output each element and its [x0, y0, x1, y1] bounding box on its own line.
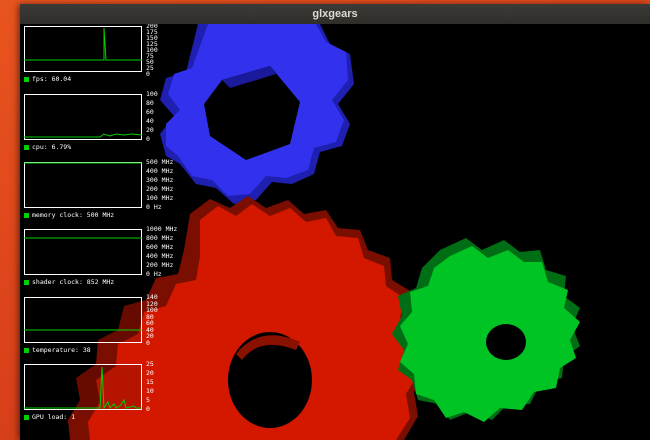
graph-line	[24, 27, 142, 61]
tick-label: 60	[146, 108, 154, 116]
tick-label: 100	[146, 90, 158, 98]
caption-text: GPU load: 1	[32, 413, 76, 421]
tick-label: 200 MHz	[146, 261, 174, 269]
legend-swatch	[24, 347, 29, 353]
caption-text: fps: 60.04	[32, 75, 72, 83]
tick-label: 800 MHz	[146, 234, 174, 242]
window-titlebar[interactable]: glxgears	[20, 4, 650, 24]
hud-graph-fps: 200 175 150 125 100 75 50 25 0 fps: 60.0…	[24, 24, 194, 83]
tick-label: 500 MHz	[146, 158, 174, 166]
graph-caption: shader clock: 852 MHz	[24, 278, 114, 286]
legend-swatch	[24, 144, 29, 150]
graph-line	[24, 133, 142, 138]
hud-graph-shader-clock: 1000 MHz 800 MHz 600 MHz 400 MHz 200 MHz…	[24, 225, 194, 286]
tick-label: 5	[146, 396, 150, 404]
tick-label: 100 MHz	[146, 194, 174, 202]
tick-label: 400 MHz	[146, 167, 174, 175]
hud-graph-gpu-load: 25 20 15 10 5 0 GPU load: 1	[24, 360, 194, 421]
glxgears-window[interactable]: glxgears 200 175 150 125 100 75 50 25 0 …	[20, 4, 650, 440]
tick-label: 15	[146, 378, 154, 386]
legend-swatch	[24, 76, 29, 82]
graph-line	[24, 366, 142, 410]
caption-text: cpu: 6.79%	[32, 143, 72, 151]
tick-label: 20	[146, 369, 154, 377]
tick-label: 0	[146, 135, 150, 143]
tick-label: 10	[146, 387, 154, 395]
graph-line	[24, 329, 142, 331]
legend-swatch	[24, 414, 29, 420]
tick-label: 1000 MHz	[146, 225, 178, 233]
graph-caption: fps: 60.04	[24, 75, 71, 83]
graph-line	[24, 162, 142, 164]
tick-label: 0	[146, 405, 150, 413]
tick-label: 200 MHz	[146, 185, 174, 193]
tick-label: 600 MHz	[146, 243, 174, 251]
legend-swatch	[24, 279, 29, 285]
graph-caption: temperature: 38	[24, 346, 91, 354]
tick-label: 0	[146, 338, 150, 347]
tick-label: 0	[146, 70, 150, 78]
tick-label: 80	[146, 99, 154, 107]
tick-label: 0 Hz	[146, 203, 162, 211]
hud-graph-memory-clock: 500 MHz 400 MHz 300 MHz 200 MHz 100 MHz …	[24, 158, 194, 219]
graph-line	[24, 237, 142, 239]
caption-text: temperature: 38	[32, 346, 91, 354]
tick-label: 400 MHz	[146, 252, 174, 260]
gl-canvas[interactable]: 200 175 150 125 100 75 50 25 0 fps: 60.0…	[20, 24, 650, 440]
caption-text: memory clock: 500 MHz	[32, 211, 115, 219]
hud-graph-cpu: 100 80 60 40 20 0 cpu: 6.79%	[24, 90, 194, 151]
window-title: glxgears	[312, 8, 358, 20]
tick-label: 20	[146, 126, 154, 134]
hud-graph-temperature: 140 120 100 80 60 40 20 0 temperature: 3…	[24, 294, 194, 354]
legend-swatch	[24, 212, 29, 218]
green-gear	[392, 238, 580, 422]
caption-text: shader clock: 852 MHz	[32, 278, 115, 286]
tick-label: 25	[146, 360, 154, 368]
tick-label: 40	[146, 117, 154, 125]
tick-label: 300 MHz	[146, 176, 174, 184]
tick-label: 0 Hz	[146, 270, 162, 278]
graph-caption: GPU load: 1	[24, 413, 75, 421]
graph-caption: memory clock: 500 MHz	[24, 211, 114, 219]
graph-caption: cpu: 6.79%	[24, 143, 71, 151]
